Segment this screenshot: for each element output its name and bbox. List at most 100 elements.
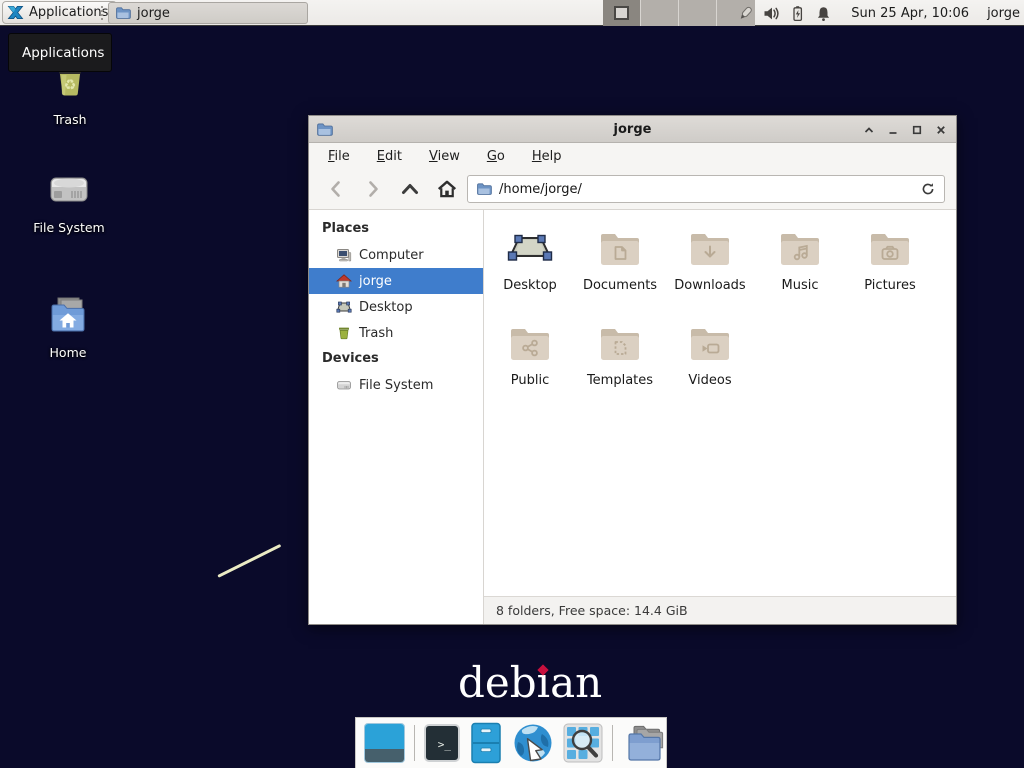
menu-go[interactable]: Go (482, 146, 510, 167)
home-icon (336, 273, 352, 289)
close-button[interactable] (933, 122, 948, 137)
sidebar-item-computer[interactable]: Computer (309, 242, 483, 268)
window-body: Places Computer (309, 210, 956, 624)
taskbar-window-button[interactable]: jorge (108, 2, 308, 24)
dock-separator (414, 725, 415, 761)
menu-edit[interactable]: Edit (372, 146, 407, 167)
workspace-1[interactable] (603, 0, 641, 26)
menubar: File Edit View Go Help (309, 143, 956, 169)
distributor-logo-icon (7, 4, 24, 21)
panel-username[interactable]: jorge (987, 6, 1020, 21)
file-label: Pictures (864, 278, 915, 293)
directory-folder-icon (622, 722, 666, 764)
window-title: jorge (309, 122, 956, 137)
harddrive-icon (336, 377, 352, 393)
desktop: Applications jorge (0, 0, 1024, 768)
workspace-switcher[interactable] (603, 0, 755, 26)
desktop-icon (336, 299, 352, 315)
workspace-3[interactable] (679, 0, 717, 26)
shade-button[interactable] (861, 122, 876, 137)
file-manager-launcher[interactable] (469, 722, 503, 764)
file-music[interactable]: Music (755, 224, 845, 319)
folder-icon (115, 5, 131, 21)
workspace-window-thumb (614, 6, 629, 20)
templates-folder-icon (596, 319, 644, 367)
show-desktop-icon (365, 723, 404, 749)
file-label: Desktop (503, 278, 557, 293)
file-grid[interactable]: Desktop Documents (484, 210, 956, 596)
file-downloads[interactable]: Downloads (665, 224, 755, 319)
desktop-icon-filesystem[interactable]: File System (19, 166, 119, 235)
battery-icon[interactable] (789, 5, 806, 22)
svg-text:♻: ♻ (64, 78, 77, 94)
file-manager-window: jorge File Edit View Go Help (308, 115, 957, 625)
file-label: Music (782, 278, 819, 293)
sidebar-item-label: Desktop (359, 300, 413, 315)
file-public[interactable]: Public (485, 319, 575, 414)
desktop-icon-label: Home (50, 345, 87, 360)
workspace-2[interactable] (641, 0, 679, 26)
terminal-launcher[interactable]: >_ (424, 724, 460, 762)
stylus-icon[interactable] (737, 5, 754, 22)
home-folder-icon (43, 291, 93, 339)
harddrive-icon (45, 166, 93, 214)
window-controls (861, 116, 948, 143)
file-label: Public (511, 373, 549, 388)
file-pictures[interactable]: Pictures (845, 224, 935, 319)
toolbar: /home/jorge/ (309, 169, 956, 210)
documents-folder-icon (596, 224, 644, 272)
notifications-bell-icon[interactable] (815, 5, 832, 22)
applications-menu-label: Applications (29, 5, 108, 20)
file-documents[interactable]: Documents (575, 224, 665, 319)
tooltip-text: Applications (22, 45, 104, 61)
file-label: Videos (688, 373, 731, 388)
menu-file[interactable]: File (323, 146, 355, 167)
window-titlebar[interactable]: jorge (309, 116, 956, 143)
sidebar-item-jorge[interactable]: jorge (309, 268, 483, 294)
applications-tooltip: Applications (8, 33, 112, 72)
sidebar-item-desktop[interactable]: Desktop (309, 294, 483, 320)
path-bar[interactable]: /home/jorge/ (467, 175, 945, 203)
file-label: Templates (587, 373, 653, 388)
desktop-icon-label: File System (33, 220, 105, 235)
file-videos[interactable]: Videos (665, 319, 755, 414)
trash-icon (336, 325, 352, 341)
maximize-button[interactable] (909, 122, 924, 137)
directory-menu-launcher[interactable] (622, 722, 666, 764)
desktop-icon-home[interactable]: Home (18, 291, 118, 360)
public-folder-icon (506, 319, 554, 367)
up-button[interactable] (399, 178, 421, 200)
sidebar-item-label: Trash (359, 326, 393, 341)
web-browser-globe-icon (512, 722, 554, 764)
terminal-icon: >_ (438, 738, 451, 751)
home-button[interactable] (436, 178, 458, 200)
stray-line-artifact (217, 544, 281, 578)
dock-separator (612, 725, 613, 761)
reload-icon[interactable] (920, 181, 936, 197)
file-cabinet-icon (469, 722, 503, 764)
sidebar-item-trash[interactable]: Trash (309, 320, 483, 346)
web-browser-launcher[interactable] (512, 722, 554, 764)
file-desktop[interactable]: Desktop (485, 224, 575, 319)
minimize-button[interactable] (885, 122, 900, 137)
sidebar-devices-header: Devices (309, 346, 483, 372)
file-pane: Desktop Documents (484, 210, 956, 624)
file-templates[interactable]: Templates (575, 319, 665, 414)
path-folder-icon (476, 181, 492, 197)
sidebar-item-filesystem[interactable]: File System (309, 372, 483, 398)
application-finder-launcher[interactable] (563, 723, 603, 763)
show-desktop-icon-base (365, 749, 404, 763)
panel-handle[interactable] (101, 6, 106, 20)
videos-folder-icon (686, 319, 734, 367)
menu-view[interactable]: View (424, 146, 465, 167)
sidebar-item-label: Computer (359, 248, 424, 263)
back-button[interactable] (325, 178, 347, 200)
forward-button[interactable] (362, 178, 384, 200)
show-desktop-button[interactable] (364, 723, 405, 763)
panel-clock[interactable]: Sun 25 Apr, 10:06 (851, 6, 969, 21)
desktop-icon-label: Trash (53, 112, 86, 127)
path-text[interactable]: /home/jorge/ (499, 182, 913, 197)
menu-help[interactable]: Help (527, 146, 567, 167)
volume-icon[interactable] (763, 5, 780, 22)
sidebar: Places Computer (309, 210, 484, 624)
